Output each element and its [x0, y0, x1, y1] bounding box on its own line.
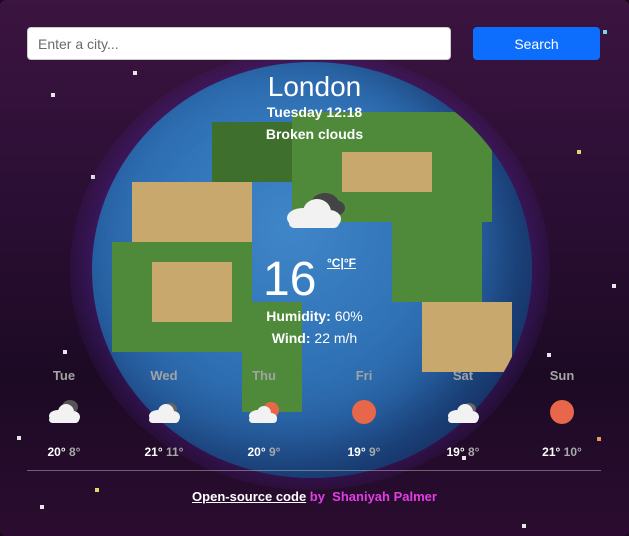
sun-icon [550, 400, 574, 424]
forecast-max: 21° [542, 445, 561, 459]
forecast-day: Thu 20° 9° [214, 368, 314, 459]
fahrenheit-link[interactable]: °F [344, 256, 356, 270]
star-decoration [612, 284, 616, 288]
star-decoration [577, 150, 581, 154]
current-temperature: 16 [263, 253, 317, 306]
broken-clouds-icon [49, 400, 80, 423]
forecast-temps: 20° 8° [14, 445, 114, 459]
forecast-min: 11° [166, 445, 184, 459]
divider [27, 470, 601, 471]
clouds-icon [149, 403, 180, 423]
star-decoration [63, 350, 67, 354]
weather-app: Search London Tuesday 12:18 Broken cloud… [0, 0, 629, 536]
forecast-day-name: Thu [252, 368, 276, 383]
star-decoration [40, 505, 44, 509]
forecast-day-name: Fri [355, 368, 373, 383]
search-input[interactable] [27, 27, 451, 60]
star-decoration [522, 524, 526, 528]
footer: Open-source code by Shaniyah Palmer [0, 489, 629, 504]
star-decoration [547, 353, 551, 357]
forecast-temps: 21° 11° [114, 445, 214, 459]
forecast-temps: 20° 9° [214, 445, 314, 459]
forecast-min: 10° [563, 445, 582, 459]
wind-value: 22 m/h [310, 330, 358, 346]
forecast-day: Tue 20° 8° [14, 368, 114, 459]
forecast-min: 9° [269, 445, 281, 459]
forecast-day: Sun 21° 10° [512, 368, 612, 459]
forecast-day: Fri 19° 9° [314, 368, 414, 459]
celsius-link[interactable]: °C| [327, 256, 344, 270]
wind: Wind: 22 m/h [0, 330, 629, 346]
date-time: Tuesday 12:18 [266, 104, 363, 120]
forecast-min: 8° [69, 445, 81, 459]
forecast-max: 20° [247, 445, 266, 459]
forecast-day-name: Wed [150, 368, 178, 383]
partly-cloudy-icon [249, 402, 279, 423]
humidity: Humidity: 60% [0, 308, 629, 324]
forecast-min: 9° [369, 445, 381, 459]
humidity-value: 60% [330, 308, 363, 324]
weather-description: Broken clouds [265, 126, 364, 142]
forecast-day: Wed 21° 11° [114, 368, 214, 459]
forecast-day: Sat 19° 8° [413, 368, 513, 459]
forecast-day-name: Sat [452, 368, 474, 383]
forecast-max: 20° [47, 445, 66, 459]
unit-toggle: °C|°F [327, 256, 356, 270]
forecast-max: 19° [446, 445, 465, 459]
forecast-row: Tue 20° 8° Wed 21° 11° Thu 20° 9° Fri 19… [14, 368, 614, 459]
forecast-min: 8° [468, 445, 480, 459]
clouds-icon [448, 403, 479, 423]
source-code-link[interactable]: Open-source code [192, 489, 306, 504]
forecast-temps: 21° 10° [512, 445, 612, 459]
forecast-temps: 19° 8° [413, 445, 513, 459]
star-decoration [603, 30, 607, 34]
forecast-max: 19° [347, 445, 366, 459]
forecast-temps: 19° 9° [314, 445, 414, 459]
wind-label: Wind: [271, 330, 311, 346]
forecast-max: 21° [144, 445, 163, 459]
sun-icon [352, 400, 376, 424]
humidity-label: Humidity: [266, 308, 331, 324]
city-name: London [267, 71, 362, 102]
broken-clouds-icon [287, 193, 345, 228]
author-credit: by Shaniyah Palmer [306, 489, 437, 504]
search-button[interactable]: Search [473, 27, 600, 60]
forecast-day-name: Sun [549, 368, 575, 383]
forecast-day-name: Tue [52, 368, 76, 383]
